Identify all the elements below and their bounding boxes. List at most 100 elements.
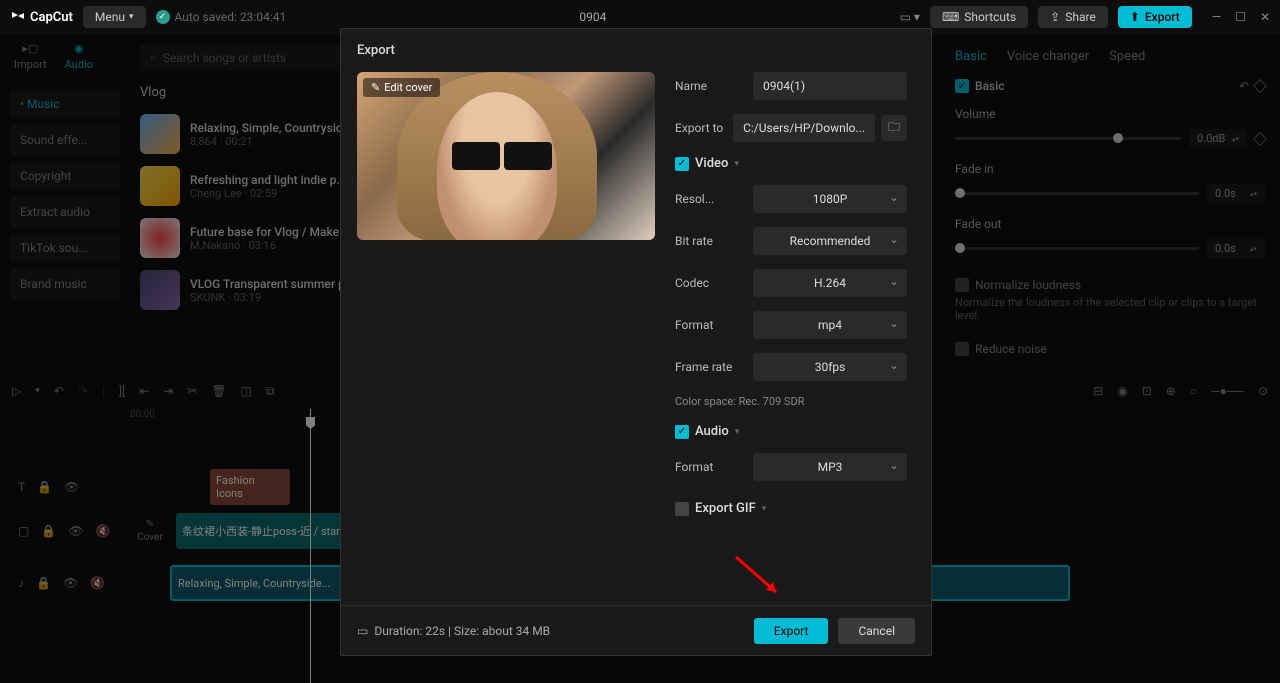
colorspace-info: Color space: Rec. 709 SDR — [675, 395, 907, 408]
export-button-top[interactable]: ⬆ Export — [1118, 6, 1192, 28]
codec-select[interactable]: H.264 — [753, 269, 907, 297]
tab-audio[interactable]: ◉Audio — [65, 42, 93, 71]
gif-check[interactable] — [675, 502, 689, 516]
tool-icon[interactable]: ◉ — [1117, 384, 1127, 398]
cut-left-icon[interactable]: ⇤ — [139, 384, 149, 398]
eye-icon[interactable]: 👁 — [68, 524, 83, 538]
cover-button[interactable]: ✎Cover — [130, 519, 170, 543]
cancel-button[interactable]: Cancel — [838, 618, 915, 644]
video-track-icon: ▢ — [18, 524, 29, 538]
playhead[interactable] — [310, 409, 311, 683]
fadeout-label: Fade out — [955, 217, 1265, 231]
rtab-basic[interactable]: Basic — [955, 49, 987, 64]
song-thumb — [140, 114, 180, 154]
rtab-speed[interactable]: Speed — [1109, 49, 1145, 64]
sidebar-cat-5[interactable]: Brand music — [10, 269, 120, 299]
exportto-label: Export to — [675, 121, 733, 135]
maximize-icon[interactable]: ☐ — [1235, 10, 1246, 24]
folder-button[interactable]: 🗀 — [881, 115, 907, 141]
eye-icon[interactable]: 👁 — [64, 480, 79, 494]
lock-icon[interactable]: 🔒 — [36, 576, 51, 590]
sidebar-cat-4[interactable]: TikTok sou... — [10, 233, 120, 263]
check-icon[interactable]: ✓ — [955, 79, 969, 93]
format-select[interactable]: mp4 — [753, 311, 907, 339]
fit-icon[interactable]: ⊙ — [1258, 384, 1268, 398]
normalize-label: Normalize loudness — [975, 278, 1081, 292]
framerate-label: Frame rate — [675, 360, 753, 374]
check-off-icon[interactable] — [955, 342, 969, 356]
sidebar-cat-2[interactable]: Copyright — [10, 161, 120, 191]
layout-icon[interactable]: ▭ ▾ — [900, 10, 920, 24]
aformat-select[interactable]: MP3 — [753, 453, 907, 481]
export-button[interactable]: Export — [754, 618, 829, 644]
bitrate-select[interactable]: Recommended — [753, 227, 907, 255]
volume-value[interactable]: 0.0dB▴▾ — [1189, 129, 1247, 148]
exportto-path: C:/Users/HP/Downlo... — [733, 114, 875, 142]
pointer-icon[interactable]: ▷ — [12, 384, 21, 398]
lock-icon[interactable]: 🔒 — [41, 524, 56, 538]
undo-icon[interactable]: ↶ — [1239, 79, 1249, 93]
keyframe-icon[interactable] — [1253, 79, 1267, 93]
rtab-voice[interactable]: Voice changer — [1007, 49, 1089, 64]
keyframe-icon[interactable] — [1253, 131, 1267, 145]
fadein-label: Fade in — [955, 162, 1265, 176]
autosave-status: ✓ Auto saved: 23:04:41 — [156, 10, 287, 24]
framerate-select[interactable]: 30fps — [753, 353, 907, 381]
cut-right-icon[interactable]: ⇥ — [163, 384, 173, 398]
sidebar-cat-0[interactable]: • Music — [10, 89, 120, 119]
mute-icon[interactable]: 🔇 — [90, 576, 105, 590]
export-dialog: Export ✎Edit cover Name Export to C:/Use… — [340, 28, 932, 656]
song-thumb — [140, 270, 180, 310]
close-icon[interactable]: ✕ — [1260, 10, 1270, 24]
resolution-label: Resol... — [675, 192, 753, 206]
sidebar-cat-3[interactable]: Extract audio — [10, 197, 120, 227]
shortcuts-button[interactable]: ⌨ Shortcuts — [930, 6, 1028, 28]
video-check[interactable]: ✓ — [675, 157, 689, 171]
fadeout-value[interactable]: 0.0s▴▾ — [1207, 239, 1265, 258]
menu-button[interactable]: Menu ▾ — [83, 6, 146, 28]
volume-label: Volume — [955, 107, 1265, 121]
song-thumb — [140, 166, 180, 206]
mirror-icon[interactable]: ◫ — [241, 384, 252, 398]
tab-import[interactable]: ▸▢Import — [14, 42, 47, 71]
check-icon: ✓ — [156, 10, 170, 24]
undo-icon[interactable]: ↶ — [54, 384, 64, 398]
delete-icon[interactable]: 🗑 — [211, 384, 226, 398]
text-clip[interactable]: Fashion Icons — [210, 469, 290, 505]
footer-info: Duration: 22s | Size: about 34 MB — [374, 624, 550, 638]
app-logo: CapCut — [10, 9, 73, 25]
eye-icon[interactable]: 👁 — [63, 576, 78, 590]
pencil-icon: ✎ — [371, 81, 380, 94]
project-title: 0904 — [296, 10, 889, 24]
name-input[interactable] — [753, 72, 907, 100]
redo-icon[interactable]: ↷ — [78, 384, 88, 398]
format-label: Format — [675, 318, 753, 332]
split-icon[interactable]: ][ — [119, 384, 125, 398]
codec-label: Codec — [675, 276, 753, 290]
search-icon: ⌕ — [150, 50, 157, 65]
pencil-icon: ✎ — [146, 519, 154, 530]
zoom-slider[interactable]: ─●── — [1211, 384, 1244, 398]
fadein-value[interactable]: 0.0s▴▾ — [1207, 184, 1265, 203]
sidebar-cat-1[interactable]: Sound effe... — [10, 125, 120, 155]
film-icon: ▭ — [357, 624, 368, 638]
edit-cover-button[interactable]: ✎Edit cover — [363, 78, 440, 97]
crop-icon[interactable]: ⧉ — [266, 384, 275, 399]
tool-icon[interactable]: ⊟ — [1093, 384, 1103, 398]
name-label: Name — [675, 79, 753, 93]
check-off-icon[interactable] — [955, 278, 969, 292]
share-button[interactable]: ⇪ Share — [1038, 6, 1108, 28]
minimize-icon[interactable]: — — [1212, 10, 1221, 24]
audio-check[interactable]: ✓ — [675, 425, 689, 439]
import-icon: ▸▢ — [22, 42, 38, 55]
lock-icon[interactable]: 🔒 — [37, 480, 52, 494]
folder-icon: 🗀 — [888, 118, 900, 139]
tool-icon[interactable]: ○ — [1190, 384, 1197, 398]
resolution-select[interactable]: 1080P — [753, 185, 907, 213]
text-track-icon: T — [18, 480, 25, 494]
tick: 00:00 — [130, 409, 155, 435]
cut-icon[interactable]: ✂ — [187, 384, 197, 398]
mute-icon[interactable]: 🔇 — [96, 524, 111, 538]
tool-icon[interactable]: ⊕ — [1166, 384, 1176, 398]
tool-icon[interactable]: ⊡ — [1142, 384, 1152, 398]
